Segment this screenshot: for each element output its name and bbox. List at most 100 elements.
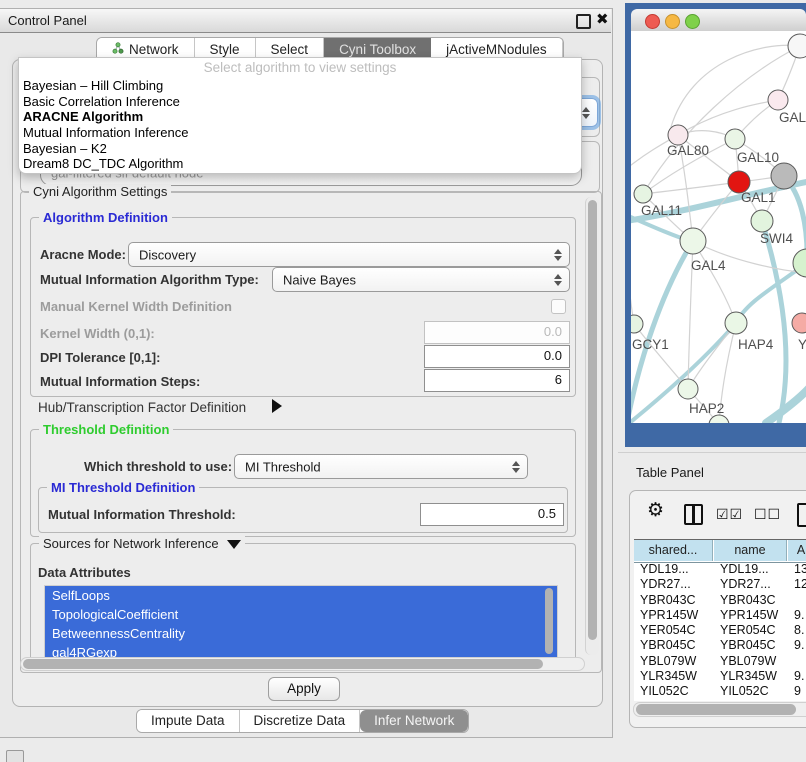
table-row[interactable]: YDL19...YDL19...13 [634, 562, 806, 577]
table-header-row[interactable]: shared...nameA [634, 540, 806, 563]
sources-title[interactable]: Sources for Network Inference [39, 536, 245, 551]
table-cell[interactable]: YLR345W [720, 669, 792, 684]
table-row[interactable]: YIL052CYIL052C9 [634, 684, 806, 699]
node-table[interactable]: shared...nameA YDL19...YDL19...13YDR27..… [634, 539, 806, 701]
table-cell[interactable]: YLR345W [640, 669, 718, 684]
export-table-icon[interactable] [797, 503, 806, 527]
column-header-3[interactable]: A [788, 540, 806, 561]
network-node-gal4[interactable] [680, 228, 706, 254]
tab-impute-data[interactable]: Impute Data [137, 710, 240, 732]
data-attribute-item[interactable]: TopologicalCoefficient [45, 605, 557, 624]
table-row[interactable]: YPR145WYPR145W9. [634, 608, 806, 623]
network-edge[interactable] [678, 100, 778, 135]
network-node-gal80[interactable] [668, 125, 688, 145]
table-cell[interactable]: YER054C [720, 623, 792, 638]
table-cell[interactable]: YIL052C [720, 684, 792, 699]
table-cell[interactable]: YDR27... [640, 577, 718, 592]
dpi-tolerance-input[interactable]: 0.0 [424, 345, 570, 368]
algorithm-option[interactable]: ARACNE Algorithm [19, 109, 581, 125]
network-node-gal[interactable] [768, 90, 788, 110]
network-canvas[interactable]: GALGAL80GAL10GAL1GAL11SWI4GAL4GCY1HAP4YH… [631, 31, 806, 423]
control-panel-titlebar[interactable]: Control Panel ✖ [0, 9, 611, 33]
collapse-down-icon[interactable] [227, 540, 241, 549]
table-row[interactable]: YBL079WYBL079W [634, 654, 806, 669]
network-view-titlebar[interactable] [631, 9, 806, 32]
algorithm-option[interactable]: Mutual Information Inference [19, 125, 581, 141]
data-attributes-list[interactable]: SelfLoopsTopologicalCoefficientBetweenne… [44, 585, 558, 663]
apply-button[interactable]: Apply [268, 677, 340, 701]
column-header-1[interactable]: shared... [634, 540, 713, 561]
table-cell[interactable]: YER054C [640, 623, 718, 638]
minimize-traffic-light-icon[interactable] [665, 14, 680, 29]
attributes-scrollbar[interactable] [543, 588, 555, 660]
table-cell[interactable]: YDL19... [720, 562, 792, 577]
table-horizontal-scrollbar[interactable] [633, 702, 806, 717]
network-node-hap2[interactable] [678, 379, 698, 399]
split-panel-icon[interactable] [684, 504, 703, 525]
table-row[interactable]: YDR27...YDR27...12 [634, 577, 806, 592]
network-view-window[interactable]: GALGAL80GAL10GAL1GAL11SWI4GAL4GCY1HAP4YH… [625, 3, 806, 447]
manual-kernel-checkbox[interactable] [551, 299, 566, 314]
algorithm-option[interactable]: Basic Correlation Inference [19, 94, 581, 110]
data-attribute-item[interactable]: SelfLoops [45, 586, 557, 605]
network-edge[interactable] [693, 241, 736, 323]
table-cell[interactable]: YBL079W [640, 654, 718, 669]
network-node[interactable] [788, 34, 806, 58]
table-cell[interactable]: YBR043C [720, 593, 792, 608]
table-cell[interactable]: 9. [794, 608, 806, 623]
network-node-hap4[interactable] [725, 312, 747, 334]
network-node-gal10[interactable] [725, 129, 745, 149]
mi-type-combo[interactable]: Naive Bayes [272, 267, 570, 292]
which-threshold-combo[interactable]: MI Threshold [234, 454, 528, 479]
table-cell[interactable]: YBR043C [640, 593, 718, 608]
table-cell[interactable]: YPR145W [640, 608, 718, 623]
table-cell[interactable]: 9. [794, 669, 806, 684]
hub-section-label[interactable]: Hub/Transcription Factor Definition [38, 400, 246, 415]
table-cell[interactable]: YDL19... [640, 562, 718, 577]
column-header-2[interactable]: name [714, 540, 787, 561]
algorithm-option[interactable]: Dream8 DC_TDC Algorithm [19, 156, 581, 172]
table-cell[interactable]: YPR145W [720, 608, 792, 623]
table-settings-gear-icon[interactable]: ⚙ [647, 499, 664, 522]
select-all-columns-icon[interactable]: ☑☑ [716, 506, 743, 523]
settings-vertical-scrollbar[interactable] [585, 197, 599, 655]
tab-infer-network[interactable]: Infer Network [360, 710, 468, 732]
network-edge[interactable] [631, 259, 634, 324]
table-row[interactable]: YBR045CYBR045C9. [634, 638, 806, 653]
restore-panel-icon[interactable] [6, 750, 24, 762]
network-node-gcy1[interactable] [631, 315, 643, 333]
settings-horizontal-scrollbar[interactable] [20, 657, 585, 671]
float-window-icon[interactable] [576, 14, 591, 29]
data-attribute-item[interactable]: BetweennessCentrality [45, 624, 557, 643]
close-traffic-light-icon[interactable] [645, 14, 660, 29]
table-cell[interactable]: 13 [794, 562, 806, 577]
network-node[interactable] [771, 163, 797, 189]
network-node-gal11[interactable] [634, 185, 652, 203]
network-node-swi4[interactable] [751, 210, 773, 232]
table-cell[interactable]: YBR045C [720, 638, 792, 653]
table-cell[interactable]: YBR045C [640, 638, 718, 653]
mi-steps-input[interactable]: 6 [424, 369, 570, 392]
zoom-traffic-light-icon[interactable] [685, 14, 700, 29]
tab-discretize-data[interactable]: Discretize Data [240, 710, 361, 732]
table-cell[interactable]: 9. [794, 638, 806, 653]
table-row[interactable]: YBR043CYBR043C [634, 593, 806, 608]
table-row[interactable]: YLR345WYLR345W9. [634, 669, 806, 684]
table-cell[interactable]: YIL052C [640, 684, 718, 699]
aracne-mode-combo[interactable]: Discovery [128, 242, 570, 267]
algorithm-option[interactable]: Bayesian – K2 [19, 141, 581, 157]
network-node-y[interactable] [792, 313, 806, 333]
kernel-width-input[interactable]: 0.0 [424, 321, 570, 344]
table-cell[interactable]: 8. [794, 623, 806, 638]
deselect-all-columns-icon[interactable]: ☐☐ [754, 506, 781, 523]
table-cell[interactable]: YBL079W [720, 654, 792, 669]
close-window-icon[interactable]: ✖ [596, 10, 609, 28]
network-edge[interactable] [762, 221, 786, 423]
mi-threshold-input[interactable]: 0.5 [420, 503, 564, 526]
table-row[interactable]: YER054CYER054C8. [634, 623, 806, 638]
expand-right-icon[interactable] [272, 399, 282, 413]
table-cell[interactable]: 9 [794, 684, 806, 699]
table-cell[interactable]: 12 [794, 577, 806, 592]
table-cell[interactable]: YDR27... [720, 577, 792, 592]
algorithm-option[interactable]: Bayesian – Hill Climbing [19, 78, 581, 94]
